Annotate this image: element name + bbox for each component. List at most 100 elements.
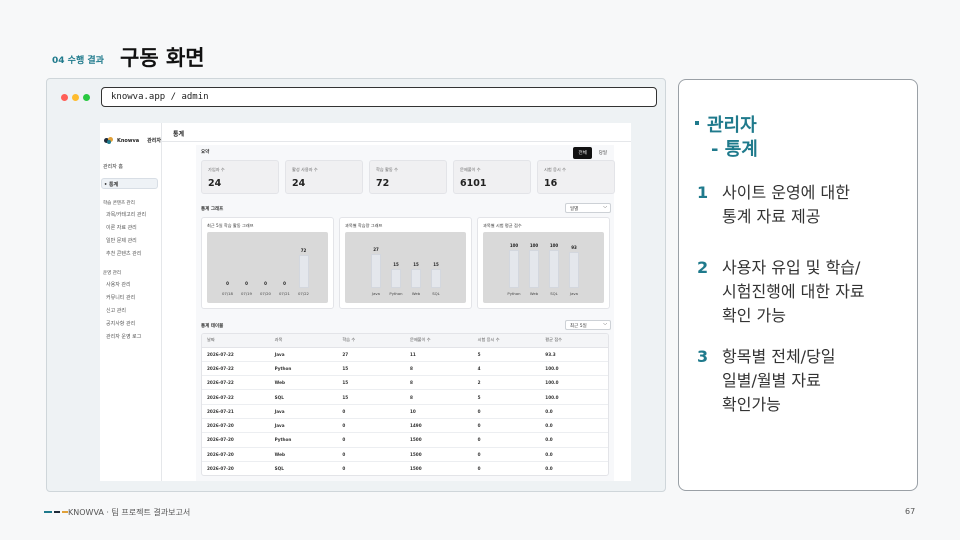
chart-bar — [509, 249, 519, 288]
sidebar-item-subject[interactable]: 과목/카테고리 관리 — [106, 211, 146, 218]
table-row[interactable]: 2026-07-20 Java 0 1490 0 0.0 — [202, 418, 608, 434]
graph-period-select[interactable]: 일별 — [565, 203, 611, 213]
bar-category-label: 07/18 — [222, 291, 233, 296]
table-cell: Java — [269, 404, 338, 419]
knowva-logo-icon — [104, 137, 114, 144]
toggle-all[interactable]: 전체 — [573, 147, 592, 159]
table-cell: 1500 — [404, 447, 473, 462]
point-line: 확인 가능 — [722, 306, 786, 325]
table-row[interactable]: 2026-07-22 Java 27 11 5 93.3 — [202, 347, 608, 362]
table-cell: 100.0 — [540, 375, 608, 391]
close-dot[interactable] — [61, 94, 68, 101]
table-cell: 0 — [472, 461, 541, 475]
point-line: 항목별 전체/당일 — [722, 347, 836, 366]
point-line: 확인가능 — [722, 395, 781, 414]
browser-window: knowva.app / admin Knowva 관리자 관리자 홈 • 통계… — [46, 78, 666, 492]
chart-plot: 100 Python 100 Web 100 SQL 93 Java — [483, 232, 604, 303]
table-cell: 0 — [337, 447, 405, 462]
stat-value: 24 — [208, 178, 222, 189]
page-title: 구동 화면 — [120, 46, 205, 70]
bar-category-label: 07/20 — [260, 291, 271, 296]
table-cell: 0 — [472, 447, 541, 462]
maximize-dot[interactable] — [83, 94, 90, 101]
table-cell: 8 — [404, 361, 473, 377]
table-row[interactable]: 2026-07-22 Web 15 8 2 100.0 — [202, 375, 608, 391]
table-cell: 2 — [472, 375, 541, 391]
sidebar-item-reports[interactable]: 신고 관리 — [106, 307, 126, 314]
point-text: 항목별 전체/당일 일별/월별 자료 확인가능 — [722, 345, 836, 417]
bar-category-label: 07/19 — [241, 291, 252, 296]
table-row[interactable]: 2026-07-20 Web 0 1500 0 0.0 — [202, 447, 608, 462]
chart-title: 과목별 시험 평균 점수 — [483, 223, 522, 228]
panel-title-line: - 통계 — [711, 139, 758, 160]
table-row[interactable]: 2026-07-21 Java 0 10 0 0.0 — [202, 404, 608, 419]
table-cell: 15 — [337, 389, 405, 405]
sidebar-item-users[interactable]: 사용자 관리 — [106, 281, 131, 288]
bar-value-label: 100 — [509, 242, 519, 248]
url-bar[interactable]: knowva.app / admin — [101, 87, 657, 107]
table-cell: 0 — [337, 432, 405, 448]
table-cell: Java — [269, 347, 338, 362]
table-cell: 0 — [472, 404, 541, 419]
chart-card: 과목별 학습량 그래프 27 Java 15 Python 15 Web 15 SQL — [339, 217, 472, 309]
brand[interactable]: Knowva 관리자 — [104, 137, 161, 144]
column-header: 학습 수 — [337, 334, 405, 348]
point-text: 사용자 유입 및 학습/ 시험진행에 대한 자료 확인 가능 — [722, 256, 865, 328]
minimize-dot[interactable] — [72, 94, 79, 101]
stat-card: 시험 응시 수 16 — [537, 160, 615, 194]
stat-card: 활성 사용자 수 24 — [285, 160, 363, 194]
main-title: 통계 — [173, 131, 185, 138]
table-cell: 0.0 — [540, 461, 608, 475]
sidebar-item-admin-log[interactable]: 관리자 운영 로그 — [106, 333, 141, 340]
bar-value-label: 0 — [283, 281, 286, 286]
chart-card: 최근 5일 학습 활동 그래프 0 07/18 0 07/19 0 07/20 0 07/21 7… — [201, 217, 334, 309]
table-row[interactable]: 2026-07-20 Python 0 1500 0 0.0 — [202, 432, 608, 448]
toggle-today[interactable]: 당일 — [594, 147, 612, 159]
stats-content: 요약 전체 당일 가입자 수 24 활성 사용자 수 24 학습 활동 수 72 문제… — [196, 145, 615, 481]
graph-label: 통계 그래프 — [201, 207, 224, 212]
bar-value-label: 0 — [245, 281, 248, 286]
table-row[interactable]: 2026-07-22 Python 15 8 4 100.0 — [202, 361, 608, 377]
bar-category-label: Web — [411, 291, 421, 296]
panel-title-line: 관리자 — [707, 115, 757, 136]
column-header: 시험 응시 수 — [472, 334, 541, 348]
table-cell: 2026-07-20 — [202, 447, 270, 462]
chart-title: 과목별 학습량 그래프 — [345, 223, 383, 228]
table-cell: 15 — [337, 375, 405, 391]
sidebar-item-theory[interactable]: 이론 자료 관리 — [106, 224, 137, 231]
sidebar-item-community[interactable]: 커뮤니티 관리 — [106, 294, 135, 301]
chart-bar — [431, 268, 441, 288]
sidebar-section-learning: 학습 콘텐츠 관리 — [103, 201, 135, 206]
sidebar-item-recommend[interactable]: 추천 콘텐츠 관리 — [106, 250, 141, 257]
bar-value-label: 27 — [373, 246, 379, 252]
table-cell: 0.0 — [540, 418, 608, 434]
point-line: 일별/월별 자료 — [722, 371, 821, 390]
table-cell: 1500 — [404, 432, 473, 448]
table-cell: 10 — [404, 404, 473, 419]
table-row[interactable]: 2026-07-22 SQL 15 8 5 100.0 — [202, 389, 608, 405]
chart-bar — [298, 254, 309, 288]
sidebar-item-notices[interactable]: 공지사항 관리 — [106, 320, 135, 327]
sidebar-item-problems[interactable]: 일반 문제 관리 — [106, 237, 137, 244]
table-cell: 2026-07-20 — [202, 432, 270, 448]
table-cell: 2026-07-22 — [202, 389, 270, 405]
table-cell: SQL — [269, 461, 338, 475]
table-cell: 0 — [472, 418, 541, 434]
bar-category-label: Python — [507, 291, 521, 296]
table-label: 통계 테이블 — [201, 324, 224, 329]
sidebar-section-operation: 운영 관리 — [103, 271, 121, 276]
stat-value: 72 — [376, 178, 390, 189]
brand-role: 관리자 — [147, 138, 161, 144]
sidebar-item-stats[interactable]: • 통계 — [101, 178, 158, 189]
bar-value-label: 72 — [300, 247, 307, 253]
bar-category-label: 07/21 — [279, 291, 290, 296]
chart-plot: 0 07/18 0 07/19 0 07/20 0 07/21 72 07/22 — [207, 232, 328, 303]
table-cell: Web — [269, 375, 338, 391]
table-cell: Python — [269, 361, 338, 377]
table-cell: 5 — [472, 389, 541, 405]
sidebar-item-admin-home[interactable]: 관리자 홈 — [103, 163, 123, 170]
table-period-select[interactable]: 최근 5일 — [565, 320, 611, 330]
table-row[interactable]: 2026-07-20 SQL 0 1500 0 0.0 — [202, 461, 608, 475]
table-cell: 2026-07-20 — [202, 418, 270, 434]
description-panel: 관리자 - 통계 1 사이트 운영에 대한 통계 자료 제공 2 사용자 유입 … — [678, 79, 918, 491]
